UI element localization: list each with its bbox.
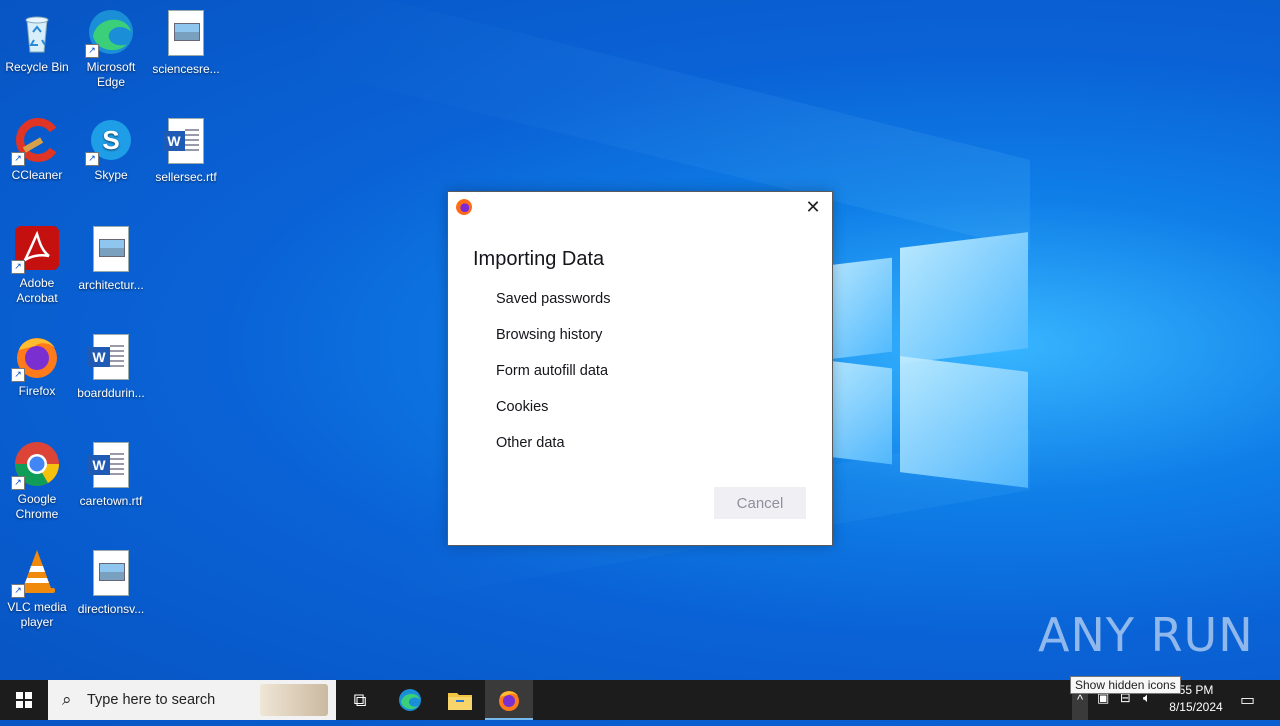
desktop-icon-directionsv[interactable]: directionsv... [74, 548, 148, 617]
desktop-icon-recycle-bin[interactable]: Recycle Bin [0, 8, 74, 75]
taskbar-firefox-button[interactable] [485, 680, 533, 720]
desktop-icon-microsoft-edge[interactable]: ↗ Microsoft Edge [74, 8, 148, 90]
import-item-browsing-history: Browsing history [496, 327, 603, 343]
firefox-icon [456, 199, 472, 215]
word-document-icon: W [87, 442, 135, 490]
desktop-icon-vlc[interactable]: ↗ VLC media player [0, 548, 74, 630]
word-document-icon: W [87, 334, 135, 382]
task-view-icon: ⧉ [353, 690, 367, 710]
dialog-title: Importing Data [473, 248, 605, 270]
action-center-icon[interactable]: ▭ [1240, 690, 1255, 710]
windows-logo-wallpaper [820, 232, 1030, 488]
image-file-icon [87, 550, 135, 598]
clock-date: 8/15/2024 [1169, 700, 1223, 714]
firefox-icon [499, 691, 519, 711]
task-view-button[interactable]: ⧉ [336, 680, 384, 720]
desktop-icon-boarddurin[interactable]: W boarddurin... [74, 332, 148, 401]
desktop-icon-firefox[interactable]: ↗ Firefox [0, 332, 74, 399]
firefox-icon: ↗ [11, 332, 61, 382]
svg-text:S: S [102, 125, 119, 155]
taskbar-edge-button[interactable] [386, 680, 434, 720]
desktop-icon-adobe-acrobat[interactable]: ↗ Adobe Acrobat [0, 224, 74, 306]
import-item-other-data: Other data [496, 435, 565, 451]
skype-icon: S ↗ [85, 116, 135, 166]
start-button[interactable] [0, 680, 48, 720]
acrobat-icon: ↗ [11, 224, 61, 274]
vlc-cone-icon: ↗ [11, 548, 61, 598]
show-hidden-icons-tooltip: Show hidden icons [1070, 676, 1181, 694]
edge-icon: ↗ [85, 8, 135, 58]
search-icon: ⌕ [62, 690, 72, 709]
recycle-bin-icon [13, 8, 61, 56]
chrome-icon: ↗ [11, 440, 61, 490]
close-icon[interactable]: ✕ [802, 196, 824, 218]
taskbar-file-explorer-button[interactable] [436, 680, 484, 720]
import-item-form-autofill: Form autofill data [496, 363, 609, 379]
desktop-icon-skype[interactable]: S ↗ Skype [74, 116, 148, 183]
search-highlight-image [260, 684, 328, 716]
image-file-icon [162, 10, 210, 58]
desktop-icon-caretown[interactable]: W caretown.rtf [74, 440, 148, 509]
image-file-icon [87, 226, 135, 274]
folder-icon [448, 693, 472, 710]
importing-data-dialog: ✕ Importing Data Saved passwords Browsin… [447, 191, 833, 546]
desktop-icon-architectur[interactable]: architectur... [74, 224, 148, 293]
anyrun-watermark: ANY RUN [1038, 608, 1254, 662]
desktop-icon-ccleaner[interactable]: ↗ CCleaner [0, 116, 74, 183]
taskbar-search-box[interactable]: ⌕ Type here to search [48, 680, 336, 720]
desktop-icon-sciencesre[interactable]: sciencesre... [149, 8, 223, 77]
chevron-up-icon: ^ [1076, 692, 1084, 707]
edge-icon [399, 689, 421, 711]
word-document-icon: W [162, 118, 210, 166]
import-item-cookies: Cookies [496, 399, 549, 415]
search-placeholder: Type here to search [87, 692, 216, 708]
desktop-icon-google-chrome[interactable]: ↗ Google Chrome [0, 440, 74, 522]
cancel-button[interactable]: Cancel [714, 487, 806, 519]
ccleaner-icon: ↗ [11, 116, 61, 166]
import-item-saved-passwords: Saved passwords [496, 291, 611, 307]
desktop-icon-sellersec[interactable]: W sellersec.rtf [149, 116, 223, 185]
windows-icon [16, 692, 23, 699]
